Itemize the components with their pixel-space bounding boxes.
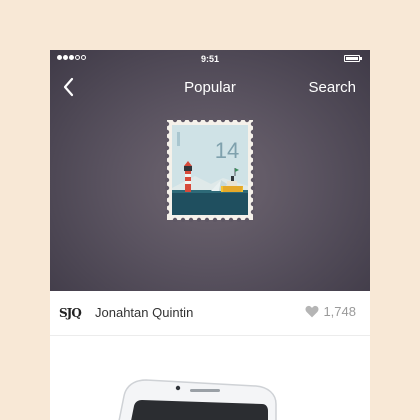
avatar[interactable]: SJQ (59, 302, 83, 324)
post-info-row: SJQ Jonahtan Quintin 1,748 (50, 291, 370, 336)
battery-icon (344, 55, 360, 62)
status-time: 9:51 (200, 54, 219, 64)
status-bar: 9:51 (50, 50, 370, 68)
shot-preview[interactable]: 9:51 Popular Search 14 (50, 50, 370, 291)
next-post-preview[interactable] (50, 336, 370, 420)
like-counter[interactable]: 1,748 (305, 304, 356, 319)
phone-mockup-image (118, 379, 277, 420)
phone-screen: 9:51 Popular Search 14 SJQ Jonahtan Quin… (50, 50, 370, 420)
like-count: 1,748 (323, 304, 356, 319)
stamp-number: 14 (215, 138, 239, 163)
search-button[interactable]: Search (308, 79, 356, 96)
author-name[interactable]: Jonahtan Quintin (95, 305, 193, 320)
heart-icon (305, 305, 319, 318)
stamp-illustration: 14 (165, 118, 255, 222)
nav-bar: Popular Search (50, 70, 370, 104)
